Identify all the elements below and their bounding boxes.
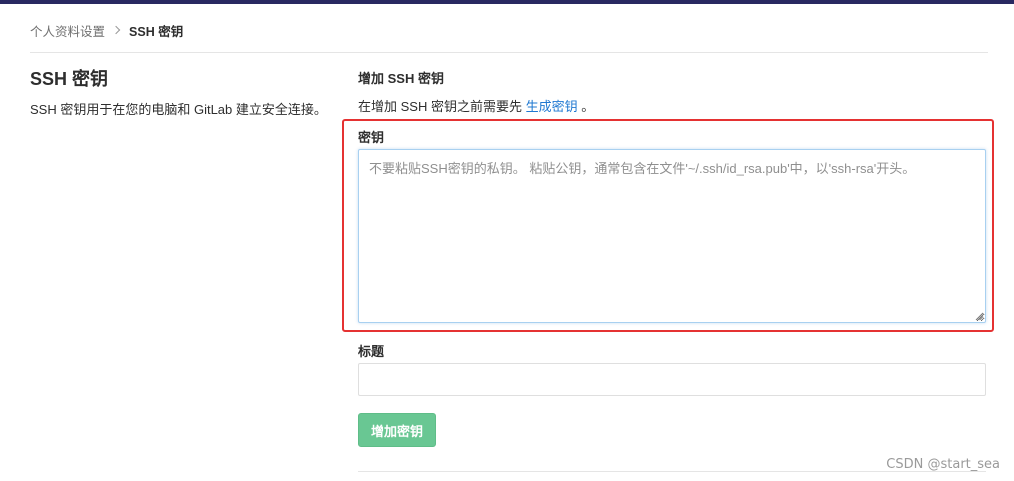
- add-key-button[interactable]: 增加密钥: [358, 413, 436, 447]
- add-key-intro-text: 在增加 SSH 密钥之前需要先: [358, 99, 522, 114]
- key-textarea[interactable]: [358, 149, 986, 323]
- breadcrumb-current: SSH 密钥: [129, 24, 184, 39]
- section-description: SSH 密钥用于在您的电脑和 GitLab 建立安全连接。: [30, 102, 327, 117]
- title-input[interactable]: [358, 363, 986, 396]
- chevron-right-icon: [111, 25, 121, 35]
- resize-grip-icon[interactable]: [974, 311, 984, 321]
- top-navbar-strip: [0, 0, 1014, 4]
- add-key-intro-suffix: 。: [581, 99, 595, 114]
- generate-key-link[interactable]: 生成密钥: [526, 99, 578, 114]
- divider: [30, 52, 988, 53]
- key-field-label: 密钥: [358, 130, 385, 145]
- watermark: CSDN @start_sea: [886, 457, 1000, 472]
- breadcrumb-profile-settings-link[interactable]: 个人资料设置: [30, 21, 105, 40]
- settings-sidebar-info: SSH 密钥 SSH 密钥用于在您的电脑和 GitLab 建立安全连接。: [30, 66, 330, 120]
- section-title: SSH 密钥: [30, 69, 109, 89]
- title-field-label: 标题: [358, 344, 385, 359]
- breadcrumb: 个人资料设置 SSH 密钥: [30, 20, 183, 40]
- add-key-heading: 增加 SSH 密钥: [358, 71, 444, 86]
- add-key-intro: 在增加 SSH 密钥之前需要先 生成密钥 。: [358, 96, 594, 115]
